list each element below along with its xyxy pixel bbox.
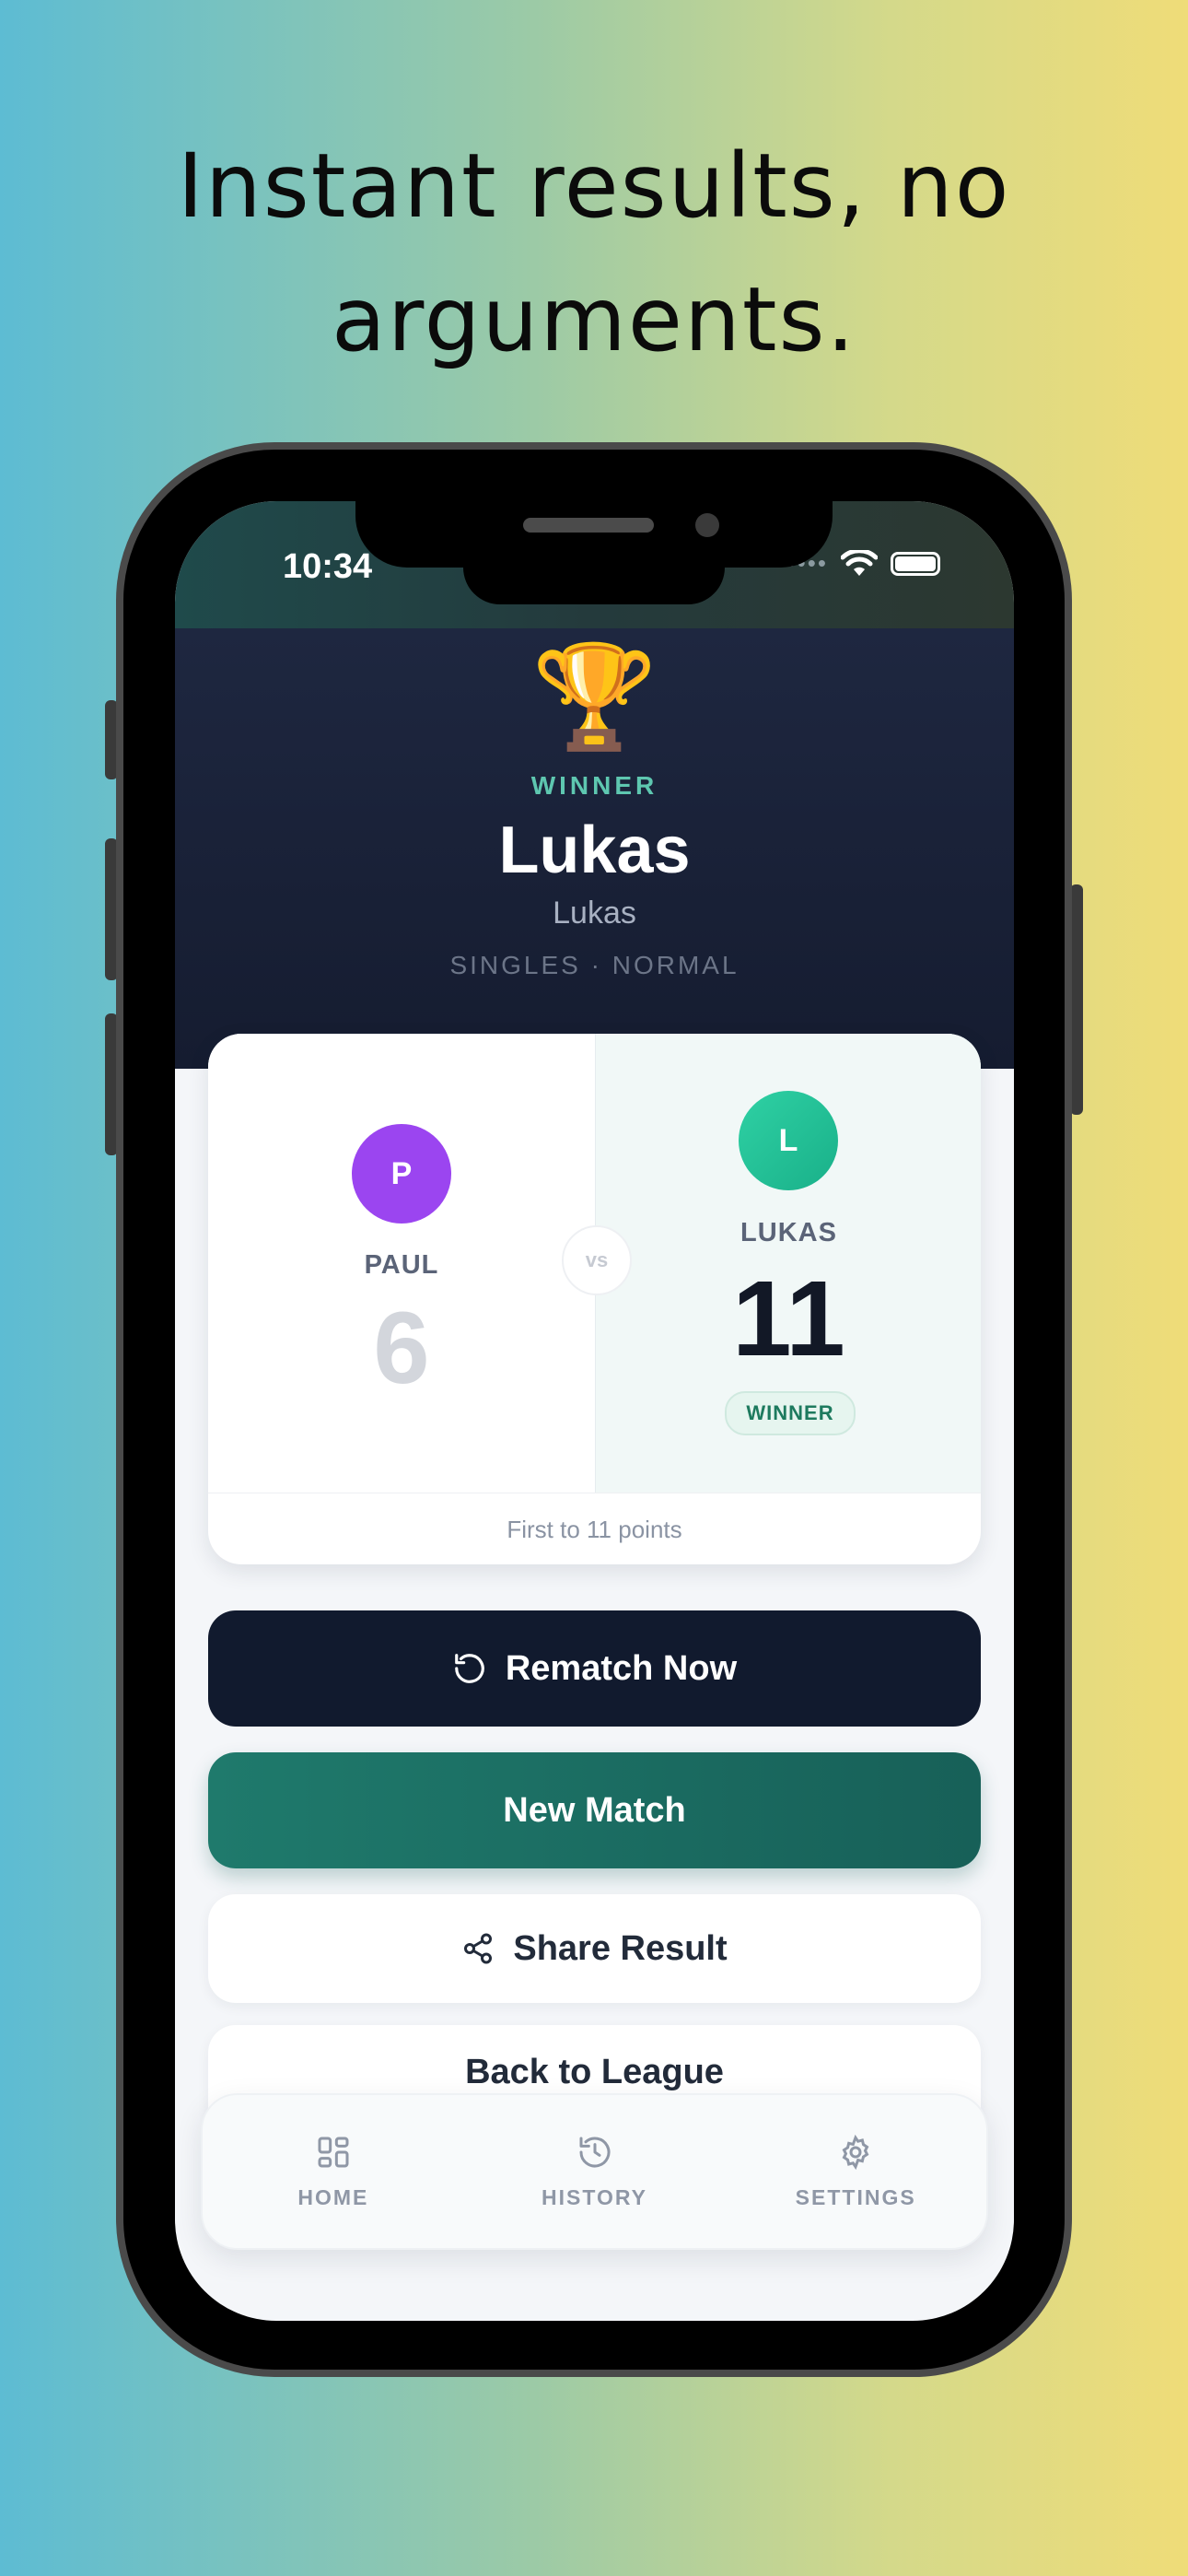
tab-home[interactable]: HOME [203, 2095, 464, 2248]
avatar-initial: L [778, 1122, 798, 1158]
tab-home-label: HOME [297, 2184, 369, 2209]
tab-settings[interactable]: SETTINGS [725, 2095, 986, 2248]
new-match-button[interactable]: New Match [208, 1752, 981, 1868]
share-result-button[interactable]: Share Result [208, 1894, 981, 2003]
front-camera [695, 513, 719, 537]
avatar: L [739, 1091, 838, 1190]
score-card: P PAUL 6 L LUKAS 11 WINNER vs First to 1… [208, 1034, 981, 1564]
headline-line-2: arguments. [332, 268, 856, 371]
status-time: 10:34 [283, 547, 373, 586]
dynamic-island [463, 553, 725, 604]
player-right-panel: L LUKAS 11 WINNER [595, 1034, 981, 1493]
match-rule: First to 11 points [208, 1493, 981, 1564]
power-button [1070, 884, 1083, 1115]
player-left-score: 6 [373, 1292, 430, 1405]
headline: Instant results, no arguments. [0, 120, 1188, 387]
tab-settings-label: SETTINGS [795, 2184, 916, 2209]
winner-badge: WINNER [725, 1391, 856, 1435]
back-to-league-label: Back to League [465, 2053, 724, 2091]
winner-label: WINNER [530, 771, 658, 800]
new-match-label: New Match [503, 1790, 686, 1830]
grid-icon [318, 2137, 349, 2167]
refresh-icon [455, 1654, 484, 1683]
app-screen: 10:34 •••• 🏆 WINNER Lukas Lukas SINGLES … [175, 501, 1014, 2321]
player-left-name: PAUL [364, 1250, 439, 1280]
player-right-score: 11 [732, 1259, 845, 1378]
share-icon [464, 1933, 493, 1964]
tab-history-label: HISTORY [542, 2184, 647, 2209]
trophy-icon: 🏆 [531, 640, 658, 754]
tab-bar: HOME HISTORY SETTINGS [201, 2093, 988, 2250]
headline-line-1: Instant results, no [177, 135, 1011, 238]
wifi-icon [841, 549, 878, 576]
share-result-label: Share Result [513, 1928, 728, 1968]
avatar-initial: P [390, 1155, 413, 1191]
avatar: P [352, 1124, 451, 1224]
winner-subtitle: Lukas [553, 896, 636, 931]
vs-divider: vs [562, 1225, 632, 1295]
gear-icon [842, 2134, 869, 2170]
player-right-name: LUKAS [740, 1218, 837, 1247]
winner-name: Lukas [498, 814, 691, 887]
rematch-label: Rematch Now [505, 1648, 738, 1688]
history-icon [579, 2137, 610, 2167]
rematch-button[interactable]: Rematch Now [208, 1610, 981, 1727]
player-left-panel: P PAUL 6 [208, 1034, 595, 1493]
speaker-grille [523, 518, 654, 533]
tab-history[interactable]: HISTORY [464, 2095, 726, 2248]
battery-icon [891, 551, 940, 576]
result-hero: 🏆 WINNER Lukas Lukas SINGLES · NORMAL [175, 628, 1014, 1069]
match-mode: SINGLES · NORMAL [449, 951, 740, 979]
